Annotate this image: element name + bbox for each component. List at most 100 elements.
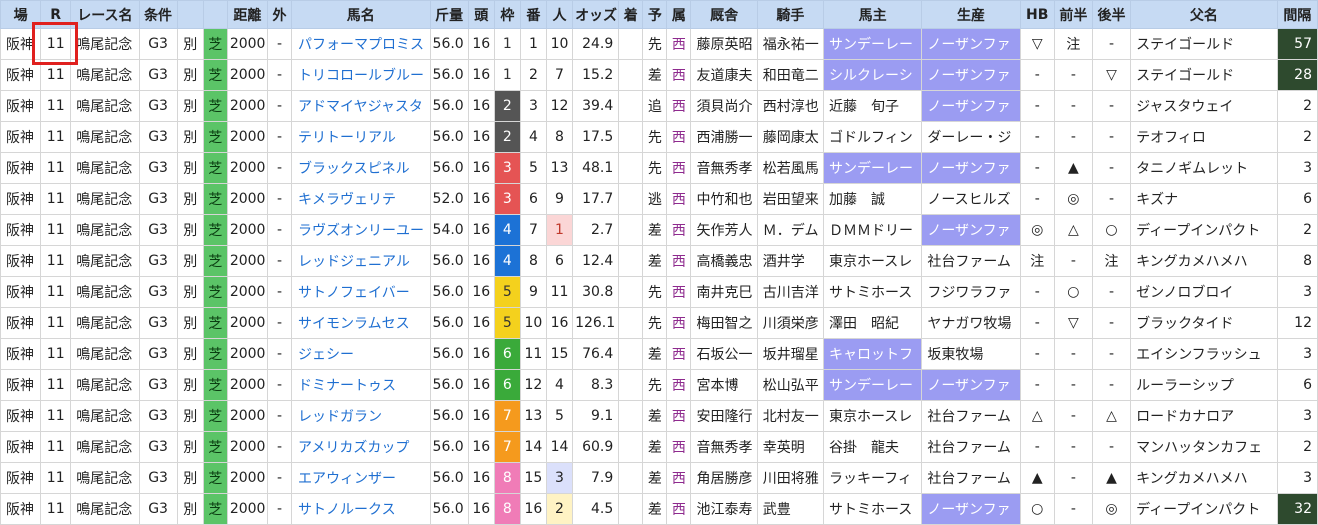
horse-name-link[interactable]: テリトーリアル	[291, 121, 431, 153]
running-style-cell: 差	[642, 338, 668, 370]
interval-cell: 28	[1276, 59, 1318, 91]
outside-cell: -	[266, 338, 293, 370]
field-size-cell: 16	[467, 276, 495, 308]
trainer-cell: 南井克巳	[690, 276, 758, 308]
finish-cell	[618, 245, 644, 277]
affiliation-cell: 西	[666, 245, 692, 277]
horse-number-cell: 3	[519, 90, 547, 122]
table-row[interactable]: 阪神 11 鳴尾記念 G3 別芝 2000- ジェシー 56.0 16 6 11 15 76.4 差西石坂…	[0, 338, 1318, 370]
distance-cell: 2000	[226, 369, 268, 401]
table-row[interactable]: 阪神 11 鳴尾記念 G3 別芝 2000- サトノルークス 56.0 16 8 16 2 4.5 差西池…	[0, 493, 1318, 525]
table-row[interactable]: 阪神 11 鳴尾記念 G3 別芝 2000- エアウィンザー 56.0 16 8 15 3 7.9 差西角…	[0, 462, 1318, 494]
column-header[interactable]: レース名	[70, 0, 140, 29]
second-half-mark-cell: -	[1091, 28, 1132, 60]
race-entry-table-view: 場 R レース名 条件 距離外馬名 斤量頭枠番人オッズ着予属厩舎 騎手 馬主 生産 HB 前半 後半父…	[0, 0, 1318, 525]
column-header[interactable]: オッズ	[572, 0, 620, 29]
interval-cell: 8	[1276, 245, 1318, 277]
column-header[interactable]: 斤量	[429, 0, 469, 29]
frame-cell: 2	[493, 121, 521, 153]
sire-cell: ジャスタウェイ	[1130, 90, 1278, 122]
column-header[interactable]: 父名	[1130, 0, 1278, 29]
column-header[interactable]	[176, 0, 204, 29]
horse-name-link[interactable]: レッドジェニアル	[291, 245, 431, 277]
second-half-mark-cell: ▽	[1091, 59, 1132, 91]
trainer-cell: 高橋義忠	[690, 245, 758, 277]
column-header[interactable]: 属	[666, 0, 692, 29]
table-row[interactable]: 阪神 11 鳴尾記念 G3 別芝 2000- トリコロールブルー 56.0 16 1 2 7 15.2 差…	[0, 59, 1318, 91]
horse-name-link[interactable]: エアウィンザー	[291, 462, 431, 494]
table-row[interactable]: 阪神 11 鳴尾記念 G3 別芝 2000- パフォーマプロミス 56.0 16 1 1 10 24.9…	[0, 28, 1318, 60]
hb-mark-cell: ◎	[1019, 214, 1055, 246]
table-row[interactable]: 阪神 11 鳴尾記念 G3 別芝 2000- キメラヴェリテ 52.0 16 3 6 9 17.7 逃西中…	[0, 183, 1318, 215]
column-header[interactable]: 番	[519, 0, 547, 29]
horse-name-link[interactable]: ジェシー	[291, 338, 431, 370]
column-header[interactable]: HB	[1019, 0, 1055, 29]
race-name-cell: 鳴尾記念	[70, 28, 140, 60]
column-header[interactable]: 騎手	[756, 0, 824, 29]
horse-name-link[interactable]: サトノフェイバー	[291, 276, 431, 308]
race-number-cell: 11	[40, 462, 72, 494]
horse-name-link[interactable]: サイモンラムセス	[291, 307, 431, 339]
column-header[interactable]: 人	[545, 0, 574, 29]
second-half-mark-cell: -	[1091, 276, 1132, 308]
finish-cell	[618, 400, 644, 432]
column-header[interactable]	[202, 0, 228, 29]
column-header[interactable]: 厩舎	[690, 0, 758, 29]
column-header[interactable]: 前半	[1053, 0, 1093, 29]
grade-cell: G3	[138, 59, 178, 91]
table-row[interactable]: 阪神 11 鳴尾記念 G3 別芝 2000- サトノフェイバー 56.0 16 5 9 11 30.8 先…	[0, 276, 1318, 308]
column-header[interactable]: 後半	[1091, 0, 1132, 29]
horse-name-link[interactable]: ブラックスピネル	[291, 152, 431, 184]
table-row[interactable]: 阪神 11 鳴尾記念 G3 別芝 2000- レッドガラン 56.0 16 7 13 5 9.1 差西安田…	[0, 400, 1318, 432]
column-header[interactable]: 馬主	[822, 0, 923, 29]
column-header[interactable]: 条件	[138, 0, 178, 29]
column-header[interactable]: 場	[0, 0, 42, 29]
affiliation-cell: 西	[666, 90, 692, 122]
hb-mark-cell: ○	[1019, 493, 1055, 525]
race-number-cell: 11	[40, 90, 72, 122]
horse-name-link[interactable]: レッドガラン	[291, 400, 431, 432]
table-row[interactable]: 阪神 11 鳴尾記念 G3 別芝 2000- アドマイヤジャスタ 56.0 16 2 3 12 39.4…	[0, 90, 1318, 122]
horse-name-link[interactable]: パフォーマプロミス	[291, 28, 431, 60]
table-row[interactable]: 阪神 11 鳴尾記念 G3 別芝 2000- ドミナートゥス 56.0 16 6 12 4 8.3 先西宮…	[0, 369, 1318, 401]
trainer-cell: 梅田智之	[690, 307, 758, 339]
owner-cell: サトミホース	[822, 493, 923, 525]
odds-cell: 7.9	[572, 462, 620, 494]
breeder-cell: ヤナガワ牧場	[921, 307, 1021, 339]
column-header[interactable]: 間隔	[1276, 0, 1318, 29]
table-row[interactable]: 阪神 11 鳴尾記念 G3 別芝 2000- ラヴズオンリーユー 54.0 16 4 7 1 2.7 差西…	[0, 214, 1318, 246]
column-header[interactable]: 枠	[493, 0, 521, 29]
odds-cell: 76.4	[572, 338, 620, 370]
table-row[interactable]: 阪神 11 鳴尾記念 G3 別芝 2000- テリトーリアル 56.0 16 2 4 8 17.5 先西西…	[0, 121, 1318, 153]
horse-name-link[interactable]: キメラヴェリテ	[291, 183, 431, 215]
odds-cell: 30.8	[572, 276, 620, 308]
weight-cell: 56.0	[429, 28, 469, 60]
horse-name-link[interactable]: アメリカズカップ	[291, 431, 431, 463]
column-header[interactable]: 予	[642, 0, 668, 29]
surface-cell: 芝	[202, 307, 228, 339]
outside-cell: -	[266, 59, 293, 91]
horse-name-link[interactable]: サトノルークス	[291, 493, 431, 525]
table-row[interactable]: 阪神 11 鳴尾記念 G3 別芝 2000- ブラックスピネル 56.0 16 3 5 13 48.1 先…	[0, 152, 1318, 184]
running-style-cell: 差	[642, 214, 668, 246]
column-header[interactable]: 着	[618, 0, 644, 29]
horse-name-link[interactable]: アドマイヤジャスタ	[291, 90, 431, 122]
column-header[interactable]: R	[40, 0, 72, 29]
distance-cell: 2000	[226, 214, 268, 246]
column-header[interactable]: 馬名	[291, 0, 431, 29]
race-number-cell: 11	[40, 245, 72, 277]
weight-cell: 56.0	[429, 121, 469, 153]
hb-mark-cell: -	[1019, 307, 1055, 339]
column-header[interactable]: 外	[266, 0, 293, 29]
column-header[interactable]: 距離	[226, 0, 268, 29]
horse-name-link[interactable]: トリコロールブルー	[291, 59, 431, 91]
table-row[interactable]: 阪神 11 鳴尾記念 G3 別芝 2000- アメリカズカップ 56.0 16 7 14 14 60.9…	[0, 431, 1318, 463]
column-header[interactable]: 生産	[921, 0, 1021, 29]
column-header[interactable]: 頭	[467, 0, 495, 29]
table-row[interactable]: 阪神 11 鳴尾記念 G3 別芝 2000- レッドジェニアル 56.0 16 4 8 6 12.4 差西…	[0, 245, 1318, 277]
horse-name-link[interactable]: ドミナートゥス	[291, 369, 431, 401]
horse-name-link[interactable]: ラヴズオンリーユー	[291, 214, 431, 246]
table-row[interactable]: 阪神 11 鳴尾記念 G3 別芝 2000- サイモンラムセス 56.0 16 5 10 16 126.…	[0, 307, 1318, 339]
place-cell: 阪神	[0, 493, 42, 525]
horse-number-cell: 7	[519, 214, 547, 246]
